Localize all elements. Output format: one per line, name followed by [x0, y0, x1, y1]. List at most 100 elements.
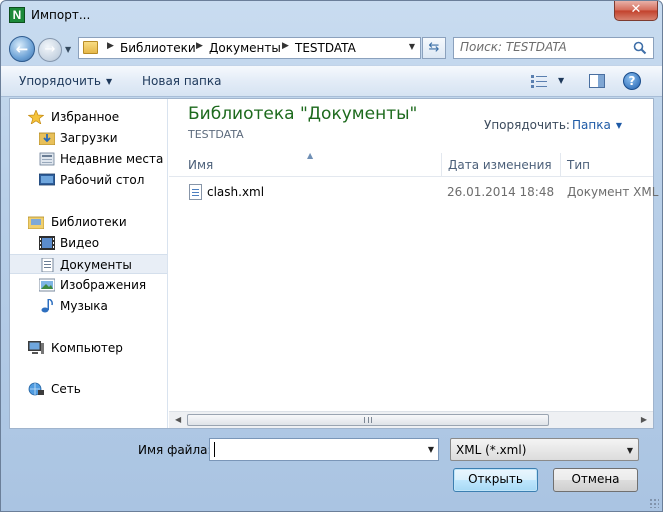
- sidebar-label: Избранное: [51, 110, 120, 124]
- libraries-icon: [28, 216, 44, 229]
- resize-grip-icon[interactable]: [649, 498, 659, 508]
- scroll-right-icon[interactable]: ▶: [641, 415, 647, 424]
- star-icon: [28, 110, 44, 124]
- documents-icon: [41, 258, 54, 272]
- arrow-left-icon: ←: [15, 40, 29, 58]
- chevron-right-icon[interactable]: ▶: [282, 41, 289, 51]
- pictures-icon: [39, 278, 55, 292]
- breadcrumb-libraries[interactable]: Библиотеки: [120, 41, 196, 55]
- recent-pages-dropdown[interactable]: ▼: [65, 45, 71, 54]
- folder-icon: [83, 41, 98, 54]
- filename-input[interactable]: ▼: [209, 438, 439, 461]
- chevron-down-icon: ▼: [105, 77, 113, 86]
- forward-button[interactable]: →: [38, 38, 62, 62]
- sidebar-item-video[interactable]: Видео: [10, 233, 167, 253]
- arrow-right-icon: →: [44, 42, 56, 57]
- sidebar-item-pictures[interactable]: Изображения: [10, 275, 167, 295]
- search-box[interactable]: [453, 37, 654, 59]
- horizontal-scrollbar[interactable]: ◀ ▶: [169, 411, 653, 428]
- text-caret: [214, 442, 215, 457]
- sidebar-label: Библиотеки: [51, 215, 127, 229]
- sidebar-label: Изображения: [60, 278, 147, 292]
- chevron-down-icon[interactable]: ▼: [428, 445, 434, 454]
- sidebar-label: Рабочий стол: [60, 173, 145, 187]
- search-icon[interactable]: [633, 41, 647, 55]
- column-header-name[interactable]: Имя: [188, 158, 213, 172]
- command-bar: Упорядочить ▼ Новая папка ▼ ?: [1, 65, 662, 97]
- view-dropdown-icon[interactable]: ▼: [558, 76, 564, 85]
- view-options-icon[interactable]: [531, 74, 547, 88]
- sidebar-label: Недавние места: [60, 152, 164, 166]
- library-title: Библиотека "Документы": [188, 104, 418, 124]
- close-button[interactable]: ✕: [614, 1, 658, 21]
- recent-places-icon: [39, 152, 55, 166]
- sidebar-item-documents[interactable]: Документы: [10, 254, 167, 274]
- back-button[interactable]: ←: [9, 36, 35, 62]
- column-header-row: ▲ Имя Дата изменения Тип: [169, 151, 653, 177]
- desktop-icon: [39, 173, 55, 186]
- help-icon[interactable]: ?: [623, 72, 641, 90]
- new-folder-button[interactable]: Новая папка: [142, 74, 221, 88]
- music-icon: [41, 299, 53, 313]
- sidebar-label: Видео: [60, 236, 100, 250]
- cancel-button[interactable]: Отмена: [553, 468, 638, 492]
- search-input[interactable]: [460, 40, 630, 54]
- file-date: 26.01.2014 18:48: [447, 185, 555, 199]
- organize-label: Упорядочить: [19, 74, 101, 88]
- app-icon: N: [9, 7, 25, 23]
- sidebar-item-music[interactable]: Музыка: [10, 296, 167, 316]
- filetype-value: XML (*.xml): [456, 443, 527, 457]
- address-bar[interactable]: ▶ Библиотеки ▶ Документы ▶ TESTDATA ▼: [78, 37, 421, 59]
- chevron-right-icon[interactable]: ▶: [107, 41, 114, 51]
- column-header-type[interactable]: Тип: [567, 158, 590, 172]
- open-button[interactable]: Открыть: [453, 468, 538, 492]
- arrange-by-label: Упорядочить:: [484, 118, 570, 132]
- sidebar-item-network[interactable]: Сеть: [10, 379, 167, 399]
- file-list-pane: Библиотека "Документы" TESTDATA Упорядоч…: [169, 99, 658, 428]
- library-subtitle: TESTDATA: [188, 128, 244, 141]
- refresh-button[interactable]: ⇆: [422, 37, 446, 59]
- network-icon: [28, 382, 44, 396]
- file-row[interactable]: clash.xml 26.01.2014 18:48 Документ XML: [169, 182, 658, 202]
- chevron-down-icon: ▼: [626, 446, 633, 455]
- scroll-left-icon[interactable]: ◀: [175, 415, 181, 424]
- sidebar-item-downloads[interactable]: Загрузки: [10, 128, 167, 148]
- sidebar-label: Музыка: [60, 299, 108, 313]
- title-bar[interactable]: N Импорт... ✕: [1, 1, 662, 31]
- downloads-folder-icon: [39, 132, 55, 145]
- sidebar-label: Компьютер: [51, 341, 123, 355]
- filetype-select[interactable]: XML (*.xml) ▼: [450, 438, 639, 461]
- chevron-down-icon[interactable]: ▼: [409, 42, 415, 51]
- breadcrumb-documents[interactable]: Документы: [209, 41, 281, 55]
- sidebar-item-favorites[interactable]: Избранное: [10, 107, 167, 127]
- refresh-icon: ⇆: [428, 40, 440, 55]
- grip-icon: [364, 417, 372, 423]
- navigation-pane: Избранное Загрузки Недавние места Рабочи…: [10, 99, 168, 428]
- video-icon: [39, 236, 55, 250]
- scrollbar-thumb[interactable]: [187, 414, 549, 426]
- sidebar-label: Сеть: [51, 382, 81, 396]
- sidebar-item-recent-places[interactable]: Недавние места: [10, 149, 167, 169]
- file-open-dialog: N Импорт... ✕ ← → ▼ ▶ Библиотеки ▶ Докум…: [0, 0, 663, 512]
- arrange-by-dropdown[interactable]: Папка ▼: [572, 118, 622, 132]
- arrange-by-value: Папка: [572, 118, 611, 132]
- computer-icon: [28, 341, 44, 354]
- column-header-date[interactable]: Дата изменения: [448, 158, 552, 172]
- organize-menu[interactable]: Упорядочить ▼: [19, 74, 112, 88]
- chevron-down-icon: ▼: [615, 121, 622, 130]
- sidebar-item-libraries[interactable]: Библиотеки: [10, 212, 167, 232]
- preview-pane-icon[interactable]: [589, 74, 605, 88]
- sidebar-label: Документы: [60, 258, 132, 272]
- column-divider[interactable]: [560, 153, 561, 177]
- chevron-right-icon[interactable]: ▶: [196, 41, 203, 51]
- browser-area: Избранное Загрузки Недавние места Рабочи…: [9, 98, 658, 429]
- file-name: clash.xml: [207, 185, 265, 199]
- file-type: Документ XML: [567, 185, 659, 199]
- breadcrumb-testdata[interactable]: TESTDATA: [295, 41, 356, 55]
- filename-label: Имя файла:: [138, 443, 212, 457]
- column-divider[interactable]: [441, 153, 442, 177]
- xml-file-icon: [189, 184, 202, 200]
- sidebar-item-desktop[interactable]: Рабочий стол: [10, 170, 167, 190]
- window-title: Импорт...: [31, 8, 91, 22]
- sidebar-item-computer[interactable]: Компьютер: [10, 338, 167, 358]
